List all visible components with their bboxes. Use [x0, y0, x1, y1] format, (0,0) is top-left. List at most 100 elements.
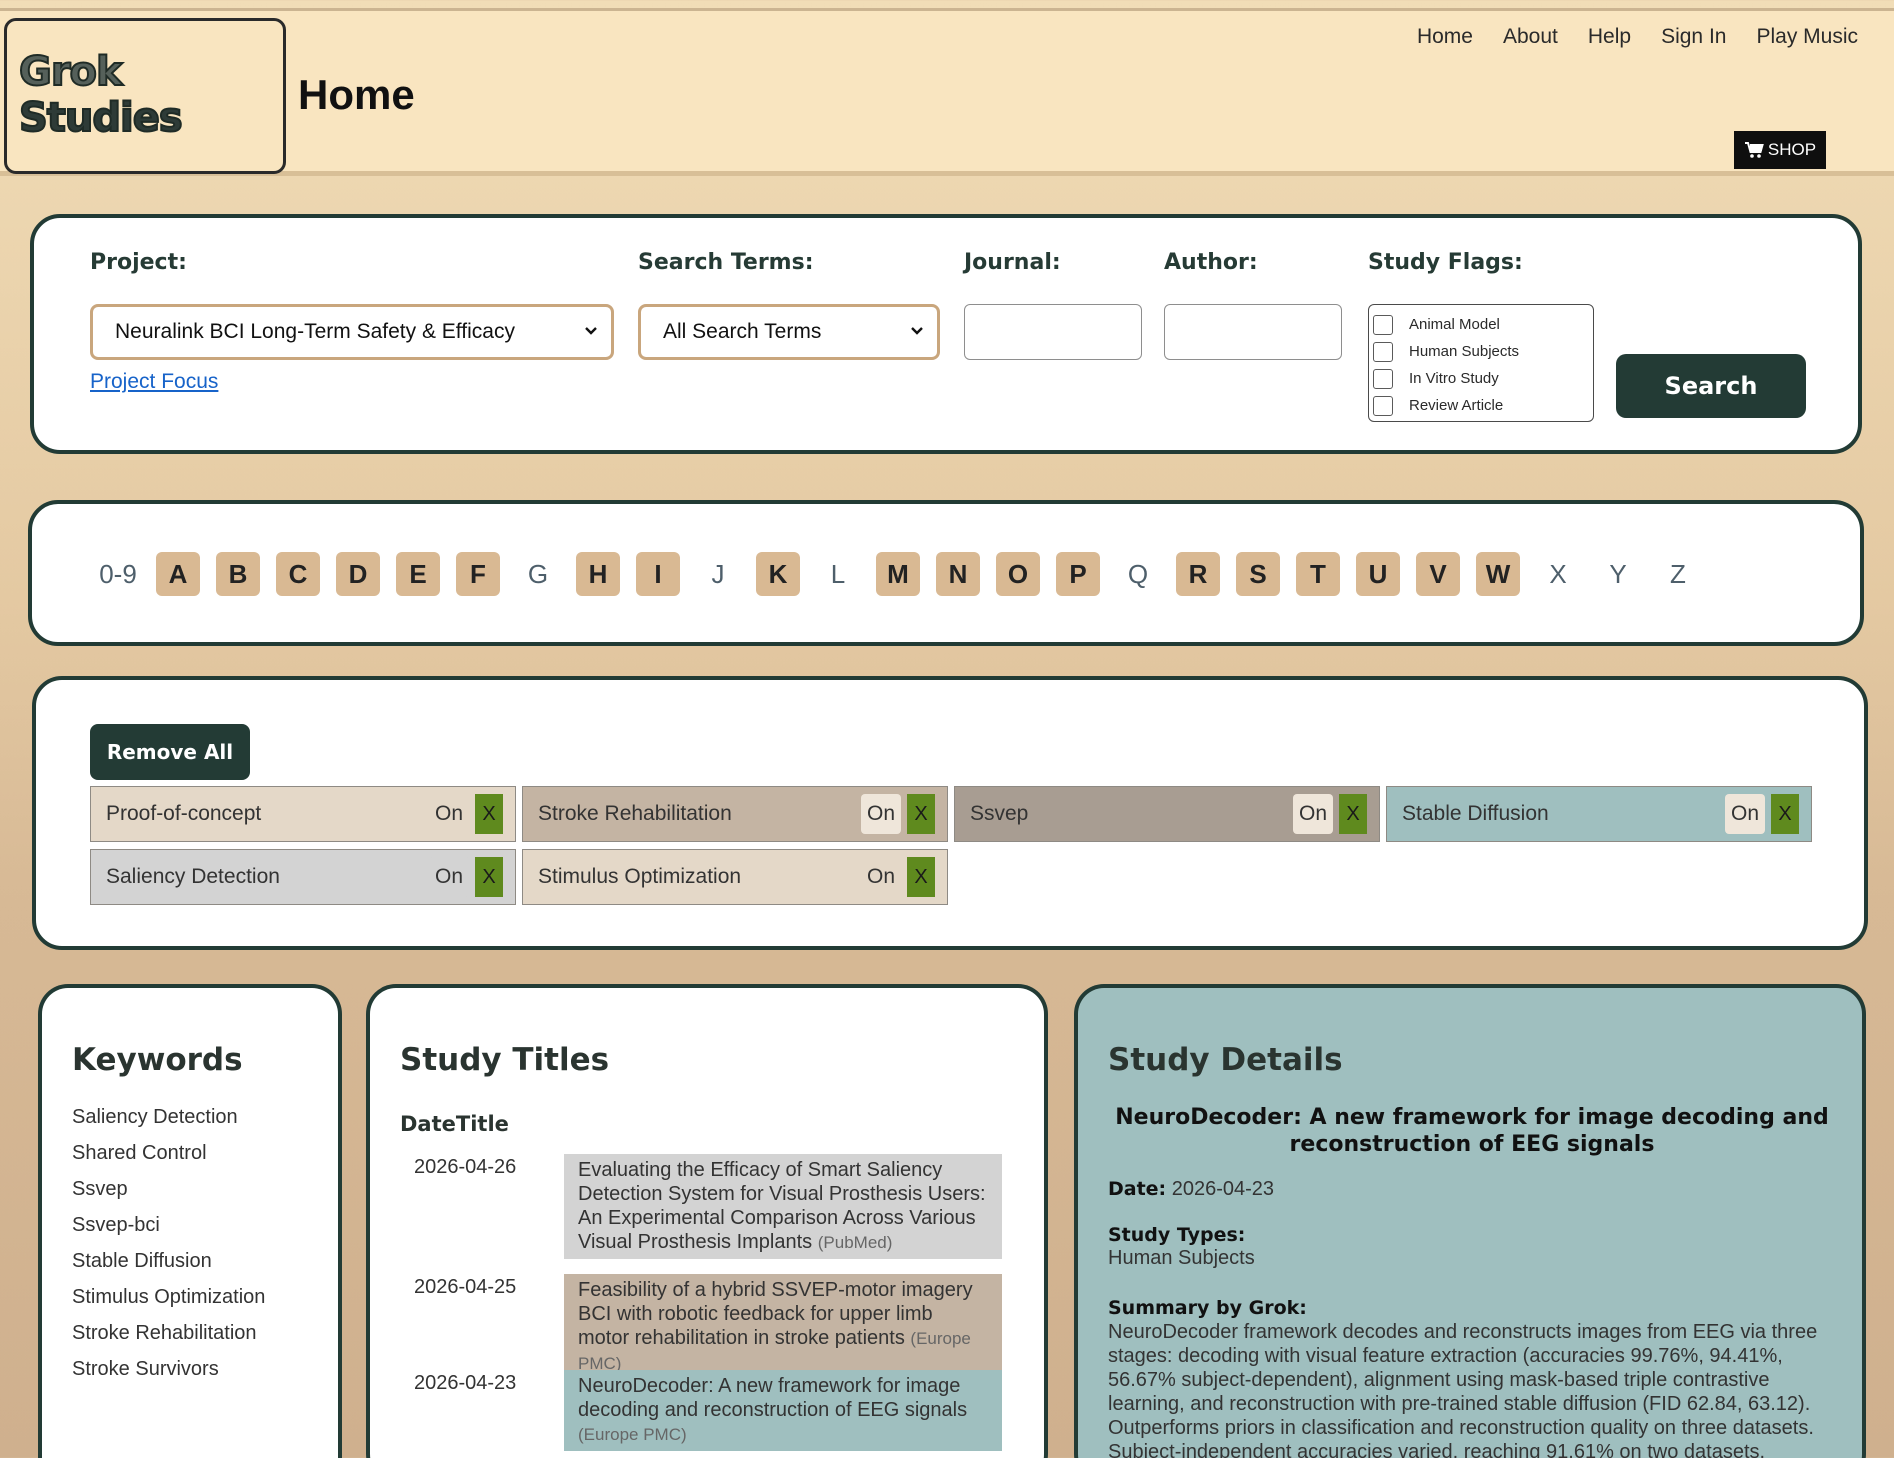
filter-toggle-on[interactable]: On [861, 794, 901, 834]
study-title-row[interactable]: Feasibility of a hybrid SSVEP-motor imag… [564, 1274, 1002, 1380]
letter-label: G [527, 559, 549, 589]
filter-tag-label: Proof-of-concept [106, 802, 262, 825]
filter-toggle-on[interactable]: On [1293, 794, 1333, 834]
filter-tag-label: Ssvep [970, 802, 1029, 825]
remove-filter-button[interactable]: X [907, 794, 935, 834]
keyword-item[interactable]: Shared Control [72, 1142, 265, 1178]
study-titles-panel: Study Titles DateTitle 2026-04-26 Evalua… [366, 984, 1048, 1458]
remove-filter-button[interactable]: X [475, 794, 503, 834]
study-title-row[interactable]: NeuroDecoder: A new framework for image … [564, 1370, 1002, 1451]
shop-label: SHOP [1767, 140, 1817, 159]
letter-label: 0-9 [99, 559, 137, 589]
letter-v[interactable]: V [1408, 552, 1468, 596]
chevron-down-icon [911, 327, 923, 335]
filter-tag: Ssvep On X [954, 786, 1380, 842]
nav-sign-in[interactable]: Sign In [1661, 25, 1726, 49]
letter-o[interactable]: O [988, 552, 1048, 596]
logo-line-1: Grok [18, 48, 124, 96]
remove-all-button[interactable]: Remove All [90, 724, 250, 780]
remove-filter-button[interactable]: X [1339, 794, 1367, 834]
letter-label: Y [1609, 559, 1627, 589]
nav-home[interactable]: Home [1417, 25, 1473, 49]
remove-filter-button[interactable]: X [1771, 794, 1799, 834]
logo-line-2: Studies [18, 94, 184, 142]
alphabet-panel: 0-9 A B C D E F G H I J K L M N O P Q R S T U V W X Y Z [28, 500, 1864, 646]
letter-m[interactable]: M [868, 552, 928, 596]
letter-n[interactable]: N [928, 552, 988, 596]
letter-label: N [936, 552, 980, 596]
keyword-item[interactable]: Stroke Survivors [72, 1358, 265, 1394]
study-title-row[interactable]: Evaluating the Efficacy of Smart Salienc… [564, 1154, 1002, 1259]
letter-b[interactable]: B [208, 552, 268, 596]
filter-tag-label: Stimulus Optimization [538, 865, 742, 888]
keyword-item[interactable]: Ssvep [72, 1178, 265, 1214]
checkbox[interactable] [1373, 395, 1393, 416]
study-title: NeuroDecoder: A new framework for image … [578, 1375, 968, 1421]
filter-tag: Saliency Detection On X [90, 849, 516, 905]
study-details-panel: Study Details NeuroDecoder: A new framew… [1074, 984, 1866, 1458]
letter-i[interactable]: I [628, 552, 688, 596]
nav-play-music[interactable]: Play Music [1756, 25, 1858, 49]
letter-label: Z [1670, 559, 1686, 589]
letter-a[interactable]: A [148, 552, 208, 596]
letter-label: V [1416, 552, 1460, 596]
filter-toggle-on[interactable]: On [429, 857, 469, 897]
shop-button[interactable]: SHOP [1734, 131, 1826, 169]
flag-label: Animal Model [1409, 316, 1500, 333]
filter-tag-label: Stroke Rehabilitation [538, 802, 732, 825]
active-filters-panel: Remove All Proof-of-concept On X Stroke Reh… [32, 676, 1868, 950]
letter-w[interactable]: W [1468, 552, 1528, 596]
keyword-item[interactable]: Stable Diffusion [72, 1250, 265, 1286]
nav-help[interactable]: Help [1588, 25, 1631, 49]
letter-label: I [636, 552, 680, 596]
search-terms-select[interactable]: All Search Terms [638, 304, 940, 360]
letter-label: A [156, 552, 200, 596]
nav-about[interactable]: About [1503, 25, 1558, 49]
study-source: (Europe PMC) [578, 1425, 687, 1444]
flag-animal-model[interactable]: Animal Model [1373, 311, 1593, 338]
journal-input[interactable] [964, 304, 1142, 360]
remove-filter-button[interactable]: X [475, 857, 503, 897]
study-types-value: Human Subjects [1108, 1247, 1255, 1269]
flag-human-subjects[interactable]: Human Subjects [1373, 338, 1593, 365]
letter-label: T [1296, 552, 1340, 596]
flag-label: Human Subjects [1409, 343, 1520, 360]
filter-toggle-on[interactable]: On [1725, 794, 1765, 834]
letter-r[interactable]: R [1168, 552, 1228, 596]
letter-label: B [216, 552, 260, 596]
checkbox[interactable] [1373, 314, 1393, 335]
remove-filter-button[interactable]: X [907, 857, 935, 897]
study-date-row: Date: 2026-04-23 [1108, 1178, 1274, 1201]
letter-u[interactable]: U [1348, 552, 1408, 596]
filter-toggle-on[interactable]: On [861, 857, 901, 897]
keyword-item[interactable]: Saliency Detection [72, 1106, 265, 1142]
keyword-item[interactable]: Ssvep-bci [72, 1214, 265, 1250]
checkbox[interactable] [1373, 368, 1393, 389]
letter-p[interactable]: P [1048, 552, 1108, 596]
author-input[interactable] [1164, 304, 1342, 360]
flag-review-article[interactable]: Review Article [1373, 392, 1593, 419]
letter-s[interactable]: S [1228, 552, 1288, 596]
study-date: 2026-04-26 [414, 1156, 517, 1178]
flag-in-vitro-study[interactable]: In Vitro Study [1373, 365, 1593, 392]
keyword-item[interactable]: Stroke Rehabilitation [72, 1322, 265, 1358]
search-button[interactable]: Search [1616, 354, 1806, 418]
letter-f[interactable]: F [448, 552, 508, 596]
letter-label: X [1549, 559, 1567, 589]
letter-label: M [876, 552, 920, 596]
letter-c[interactable]: C [268, 552, 328, 596]
filter-tag: Stimulus Optimization On X [522, 849, 948, 905]
letter-e[interactable]: E [388, 552, 448, 596]
project-focus-link[interactable]: Project Focus [90, 370, 218, 394]
filter-toggle-on[interactable]: On [429, 794, 469, 834]
letter-k[interactable]: K [748, 552, 808, 596]
logo[interactable]: Grok Studies [4, 18, 286, 174]
project-select[interactable]: Neuralink BCI Long-Term Safety & Efficac… [90, 304, 614, 360]
letter-d[interactable]: D [328, 552, 388, 596]
letter-h[interactable]: H [568, 552, 628, 596]
study-details-title: NeuroDecoder: A new framework for image … [1115, 1105, 1829, 1157]
letter-t[interactable]: T [1288, 552, 1348, 596]
checkbox[interactable] [1373, 341, 1393, 362]
keyword-item[interactable]: Stimulus Optimization [72, 1286, 265, 1322]
letter-label: P [1056, 552, 1100, 596]
